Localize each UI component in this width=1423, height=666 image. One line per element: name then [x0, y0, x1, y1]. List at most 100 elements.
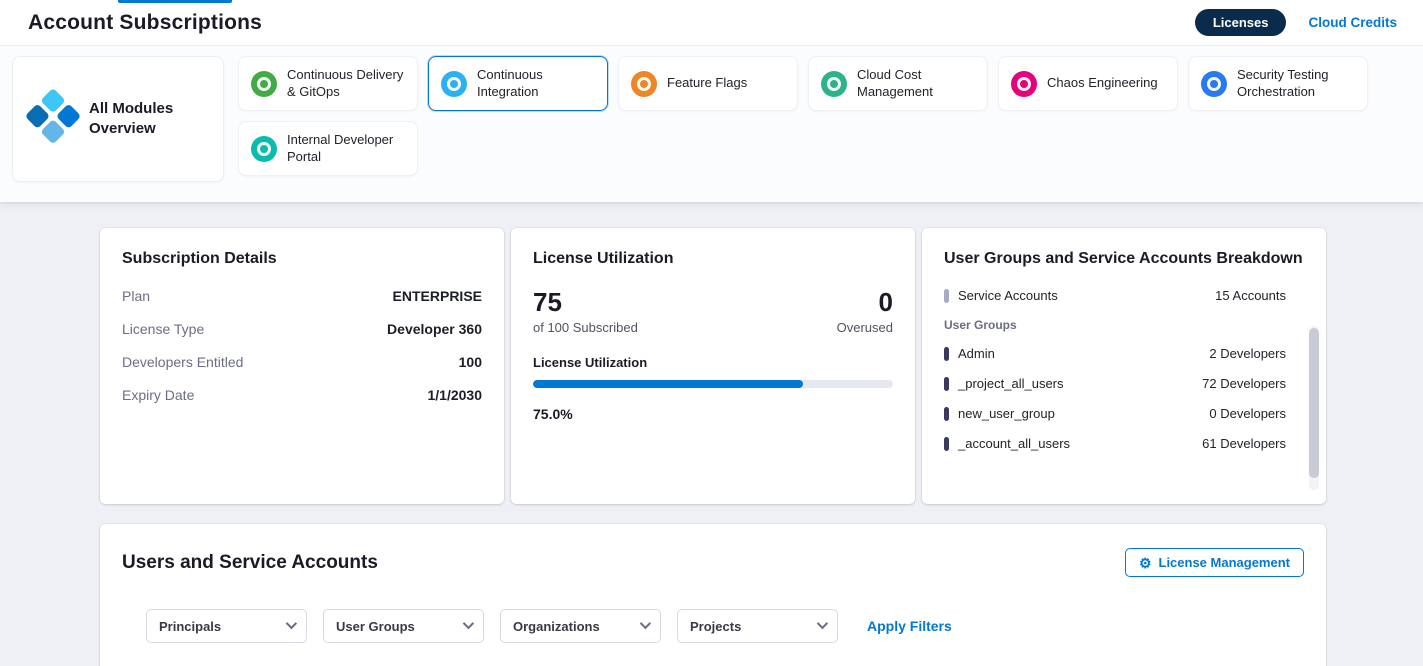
subscription-details-title: Subscription Details [122, 250, 482, 268]
user-group-value: 61 Developers [1202, 436, 1286, 451]
chevron-down-icon [463, 617, 474, 628]
user-group-row: _project_all_users 72 Developers [944, 376, 1304, 391]
gear-icon: ⚙ [1139, 556, 1152, 570]
service-accounts-icon [944, 289, 949, 303]
utilization-progress-bar [533, 380, 893, 388]
breakdown-card: User Groups and Service Accounts Breakdo… [922, 228, 1326, 504]
module-label: Continuous Delivery & GitOps [287, 67, 405, 101]
module-label: Feature Flags [667, 75, 747, 92]
utilization-percent: 75.0% [533, 406, 893, 422]
license-utilization-card: License Utilization 75 of 100 Subscribed… [511, 228, 915, 504]
license-utilization-title: License Utilization [533, 250, 893, 268]
chevron-down-icon [817, 617, 828, 628]
row-label: Developers Entitled [122, 354, 243, 370]
license-management-button[interactable]: ⚙ License Management [1125, 548, 1304, 577]
subscription-details-card: Subscription Details Plan ENTERPRISE Lic… [100, 228, 504, 504]
summary-cards-row: Subscription Details Plan ENTERPRISE Lic… [100, 228, 1326, 504]
user-group-name: _account_all_users [958, 436, 1193, 451]
filters-row: Principals User Groups Organizations Pro… [146, 609, 1304, 643]
module-card-security-testing-orchestration[interactable]: Security Testing Orchestration [1188, 56, 1368, 111]
module-card-continuous-integration[interactable]: Continuous Integration [428, 56, 608, 111]
chaos-engineering-icon [1011, 71, 1037, 97]
page-header: Account Subscriptions Licenses Cloud Cre… [0, 0, 1423, 46]
organizations-dropdown[interactable]: Organizations [500, 609, 661, 643]
user-group-name: _project_all_users [958, 376, 1193, 391]
module-label: Cloud Cost Management [857, 67, 975, 101]
subscription-row-plan: Plan ENTERPRISE [122, 288, 482, 304]
feature-flags-icon [631, 71, 657, 97]
user-group-row: Admin 2 Developers [944, 346, 1304, 361]
row-label: Expiry Date [122, 387, 194, 403]
module-card-continuous-delivery-gitops[interactable]: Continuous Delivery & GitOps [238, 56, 418, 111]
overused-count: 0 [837, 288, 893, 317]
row-value: Developer 360 [387, 321, 482, 337]
user-group-value: 2 Developers [1209, 346, 1286, 361]
user-group-icon [944, 437, 949, 451]
module-selector-strip: All Modules Overview Continuous Delivery… [0, 46, 1423, 202]
dropdown-label: Organizations [513, 619, 600, 634]
row-value: 100 [459, 354, 482, 370]
user-groups-dropdown[interactable]: User Groups [323, 609, 484, 643]
module-label: Internal Developer Portal [287, 132, 405, 166]
cloud-cost-management-icon [821, 71, 847, 97]
service-accounts-value: 15 Accounts [1215, 288, 1286, 303]
subscription-row-developers-entitled: Developers Entitled 100 [122, 354, 482, 370]
row-value: 1/1/2030 [428, 387, 483, 403]
utilization-bar-label: License Utilization [533, 355, 893, 370]
module-card-cloud-cost-management[interactable]: Cloud Cost Management [808, 56, 988, 111]
all-modules-overview-label: All Modules Overview [89, 99, 181, 140]
users-section-title: Users and Service Accounts [122, 552, 378, 574]
page-title: Account Subscriptions [28, 11, 262, 35]
subscription-row-expiry-date: Expiry Date 1/1/2030 [122, 387, 482, 403]
row-label: Plan [122, 288, 150, 304]
dropdown-label: User Groups [336, 619, 415, 634]
user-group-row: _account_all_users 61 Developers [944, 436, 1304, 451]
users-section-header: Users and Service Accounts ⚙ License Man… [122, 548, 1304, 577]
user-groups-heading: User Groups [944, 318, 1304, 332]
continuous-integration-icon [441, 71, 467, 97]
subscribed-caption: of 100 Subscribed [533, 320, 638, 335]
dropdown-label: Projects [690, 619, 741, 634]
licenses-button[interactable]: Licenses [1195, 9, 1287, 36]
user-group-icon [944, 407, 949, 421]
module-label: Chaos Engineering [1047, 75, 1158, 92]
utilization-progress-fill [533, 380, 803, 388]
all-modules-overview-card[interactable]: All Modules Overview [12, 56, 224, 182]
security-testing-orchestration-icon [1201, 71, 1227, 97]
user-group-icon [944, 377, 949, 391]
all-modules-logo-icon [22, 88, 84, 150]
overused-counter: 0 Overused [837, 288, 893, 335]
breakdown-scrollbar[interactable] [1309, 326, 1319, 490]
breakdown-scrollbar-thumb[interactable] [1309, 328, 1319, 478]
service-accounts-label: Service Accounts [958, 288, 1206, 303]
continuous-delivery-gitops-icon [251, 71, 277, 97]
row-label: License Type [122, 321, 204, 337]
overused-caption: Overused [837, 320, 893, 335]
active-tab-indicator [118, 0, 232, 3]
module-card-chaos-engineering[interactable]: Chaos Engineering [998, 56, 1178, 111]
user-group-row: new_user_group 0 Developers [944, 406, 1304, 421]
row-value: ENTERPRISE [393, 288, 482, 304]
subscribed-counter: 75 of 100 Subscribed [533, 288, 638, 335]
service-accounts-row: Service Accounts 15 Accounts [944, 288, 1304, 303]
breakdown-title: User Groups and Service Accounts Breakdo… [944, 250, 1304, 268]
dropdown-label: Principals [159, 619, 221, 634]
subscription-row-license-type: License Type Developer 360 [122, 321, 482, 337]
apply-filters-link[interactable]: Apply Filters [867, 618, 952, 634]
header-actions: Licenses Cloud Credits [1195, 9, 1397, 36]
user-group-name: new_user_group [958, 406, 1200, 421]
module-label: Continuous Integration [477, 67, 595, 101]
users-and-service-accounts-card: Users and Service Accounts ⚙ License Man… [100, 524, 1326, 666]
chevron-down-icon [640, 617, 651, 628]
license-management-label: License Management [1159, 555, 1291, 570]
user-group-name: Admin [958, 346, 1200, 361]
internal-developer-portal-icon [251, 136, 277, 162]
usage-counters: 75 of 100 Subscribed 0 Overused [533, 288, 893, 335]
principals-dropdown[interactable]: Principals [146, 609, 307, 643]
module-card-internal-developer-portal[interactable]: Internal Developer Portal [238, 121, 418, 176]
main-content: Subscription Details Plan ENTERPRISE Lic… [0, 202, 1423, 666]
projects-dropdown[interactable]: Projects [677, 609, 838, 643]
cloud-credits-link[interactable]: Cloud Credits [1308, 15, 1397, 30]
module-cards: Continuous Delivery & GitOps Continuous … [238, 56, 1388, 182]
module-card-feature-flags[interactable]: Feature Flags [618, 56, 798, 111]
